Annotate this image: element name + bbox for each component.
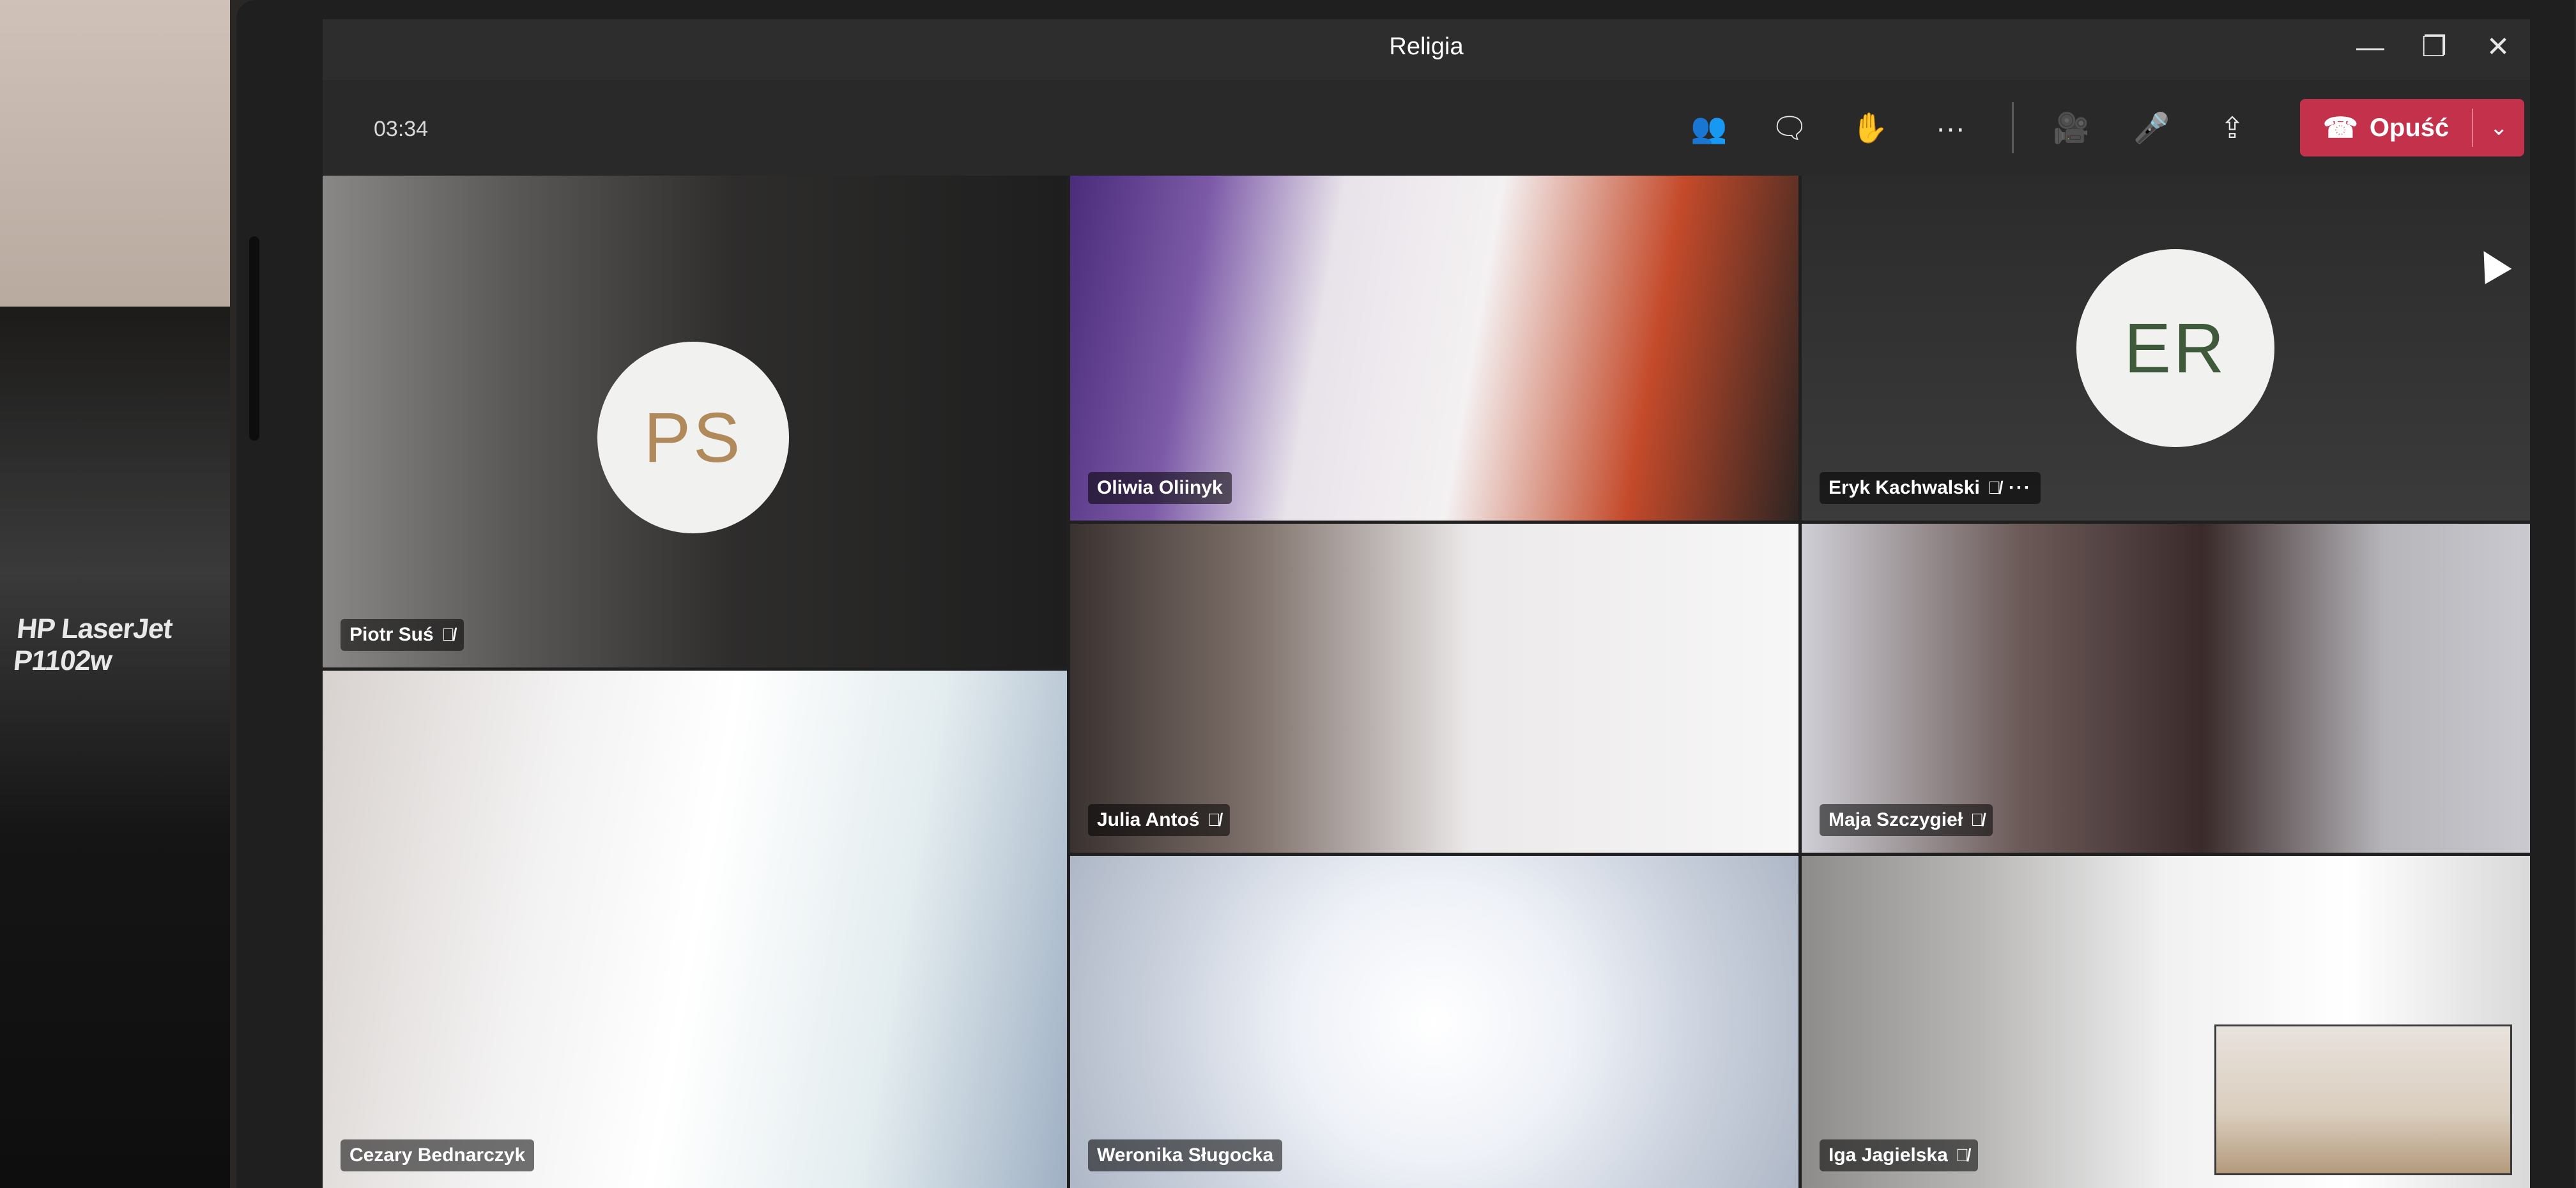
laptop-side-button: [249, 236, 259, 441]
participant-tile[interactable]: Weronika Sługocka: [1070, 856, 1798, 1188]
mic-off-icon: 🎙̸: [1987, 478, 2001, 498]
share-screen-icon: ⇪: [2220, 111, 2245, 144]
ellipsis-icon: ···: [1936, 111, 1965, 144]
microphone-icon: 🎤: [2133, 110, 2170, 144]
participant-name-tag: Eryk Kachwalski 🎙̸ ···: [1820, 472, 2041, 504]
background-printer: HP LaserJet P1102w: [0, 307, 230, 1188]
share-screen-button[interactable]: ⇪: [2200, 99, 2264, 156]
avatar-initials: ER: [2124, 308, 2227, 388]
raise-hand-button[interactable]: ✋: [1838, 99, 1902, 156]
video-grid: PS Piotr Suś 🎙̸ Oliwia Oliinyk ER Eryk K…: [323, 176, 2530, 1188]
printer-label: HP LaserJet P1102w: [12, 613, 174, 676]
participant-name: Iga Jagielska: [1828, 1145, 1948, 1166]
toolbar-divider: [2012, 102, 2014, 153]
mic-off-icon: 🎙̸: [441, 625, 455, 644]
mic-off-icon: 🎙̸: [1970, 810, 1984, 830]
avatar: PS: [597, 342, 789, 533]
mic-off-icon: 🎙̸: [1207, 810, 1221, 830]
participant-tile[interactable]: Cezary Bednarczyk: [323, 671, 1067, 1188]
participant-name-tag: Piotr Suś 🎙̸: [341, 619, 464, 651]
self-view-preview[interactable]: [2214, 1024, 2512, 1175]
leave-button-label: Opuść: [2369, 113, 2450, 142]
leave-button[interactable]: ☎ Opuść: [2300, 112, 2472, 144]
people-icon: 👥: [1690, 110, 1728, 144]
participant-tile[interactable]: Maja Szczygieł 🎙̸: [1802, 524, 2530, 853]
participant-name: Oliwia Oliinyk: [1097, 477, 1223, 498]
participant-tile[interactable]: ER Eryk Kachwalski 🎙̸ ···: [1802, 176, 2530, 521]
camera-icon: 🎥: [2053, 110, 2090, 144]
participant-name-tag: Iga Jagielska 🎙̸: [1820, 1139, 1978, 1171]
more-actions-button[interactable]: ···: [1919, 99, 1982, 156]
call-controls-bar: 03:34 👥 🗨 ✋ ··· 🎥 🎤 ⇪ ☎ Opuść ⌄: [323, 80, 2530, 176]
close-button[interactable]: ✕: [2479, 28, 2517, 66]
chat-icon: 🗨: [1770, 110, 1809, 144]
leave-options-chevron-icon[interactable]: ⌄: [2473, 115, 2524, 141]
mic-off-icon: 🎙̸: [1955, 1145, 1969, 1165]
chat-button[interactable]: 🗨: [1758, 99, 1821, 156]
teams-meeting-window: Religia — ❐ ✕ 03:34 👥 🗨 ✋ ··· 🎥 🎤 ⇪ ☎ Op…: [323, 19, 2530, 1188]
minimize-button[interactable]: —: [2351, 28, 2389, 66]
participant-tile[interactable]: Iga Jagielska 🎙̸: [1802, 856, 2530, 1188]
participant-more-options-icon[interactable]: ···: [2009, 477, 2032, 499]
camera-button[interactable]: 🎥: [2039, 99, 2103, 156]
participant-name-tag: Cezary Bednarczyk: [341, 1139, 535, 1171]
call-timer: 03:34: [374, 117, 429, 141]
participant-name-tag: Oliwia Oliinyk: [1088, 472, 1232, 504]
window-controls: — ❐ ✕: [2351, 28, 2517, 66]
call-toolbar: 👥 🗨 ✋ ··· 🎥 🎤 ⇪ ☎ Opuść ⌄: [1677, 99, 2525, 156]
hang-up-icon: ☎: [2323, 112, 2358, 144]
leave-button-group: ☎ Opuść ⌄: [2300, 99, 2525, 156]
avatar: ER: [2076, 249, 2274, 447]
participant-name: Weronika Sługocka: [1097, 1145, 1274, 1166]
participant-name: Piotr Suś: [349, 624, 434, 645]
participant-name-tag: Maja Szczygieł 🎙̸: [1820, 804, 1993, 836]
participants-button[interactable]: 👥: [1677, 99, 1741, 156]
avatar-initials: PS: [643, 398, 743, 477]
maximize-button[interactable]: ❐: [2415, 28, 2453, 66]
participant-name: Maja Szczygieł: [1828, 809, 1963, 830]
title-bar: Religia — ❐ ✕: [323, 19, 2530, 80]
window-title: Religia: [1389, 33, 1464, 60]
participant-name: Julia Antoś: [1097, 809, 1200, 830]
participant-tile[interactable]: PS Piotr Suś 🎙̸: [323, 176, 1067, 667]
participant-name-tag: Julia Antoś 🎙̸: [1088, 804, 1230, 836]
background-wall: [0, 0, 230, 319]
participant-name: Cezary Bednarczyk: [349, 1145, 526, 1166]
participant-tile[interactable]: Oliwia Oliinyk: [1070, 176, 1798, 521]
participant-tile[interactable]: Julia Antoś 🎙̸: [1070, 524, 1798, 853]
hand-icon: ✋: [1851, 110, 1889, 144]
participant-name-tag: Weronika Sługocka: [1088, 1139, 1283, 1171]
microphone-button[interactable]: 🎤: [2120, 99, 2184, 156]
participant-name: Eryk Kachwalski: [1828, 477, 1980, 498]
